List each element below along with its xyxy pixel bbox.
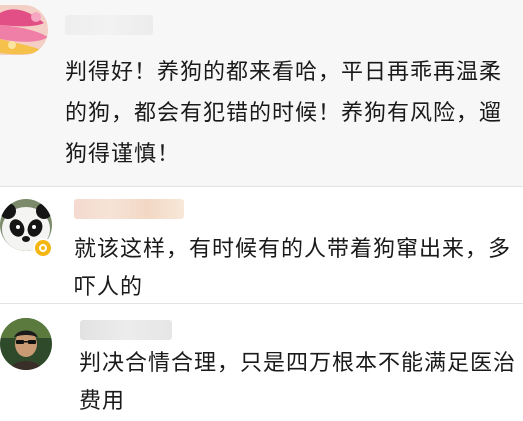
username-blurred[interactable] xyxy=(74,199,184,219)
comment-feed: 判得好！养狗的都来看哈，平日再乖再温柔的狗，都会有犯错的时候！养狗有风险，遛狗得… xyxy=(0,0,523,421)
comment-item[interactable]: 就该这样，有时候有的人带着狗窜出来，多吓人的 xyxy=(0,187,523,303)
verified-badge-icon xyxy=(33,238,53,258)
comment-text: 判决合情合理，只是四万根本不能满足医治费用 xyxy=(79,351,517,414)
comment-item[interactable]: 判得好！养狗的都来看哈，平日再乖再温柔的狗，都会有犯错的时候！养狗有风险，遛狗得… xyxy=(0,0,523,186)
user-avatar[interactable] xyxy=(0,5,48,55)
comment-item[interactable]: 判决合情合理，只是四万根本不能满足医治费用 xyxy=(0,304,523,421)
username-blurred[interactable] xyxy=(80,320,172,340)
username-blurred[interactable] xyxy=(65,15,153,35)
comment-text: 就该这样，有时候有的人带着狗窜出来，多吓人的 xyxy=(74,237,512,300)
user-avatar[interactable] xyxy=(0,318,52,370)
comment-text: 判得好！养狗的都来看哈，平日再乖再温柔的狗，都会有犯错的时候！养狗有风险，遛狗得… xyxy=(65,60,503,167)
